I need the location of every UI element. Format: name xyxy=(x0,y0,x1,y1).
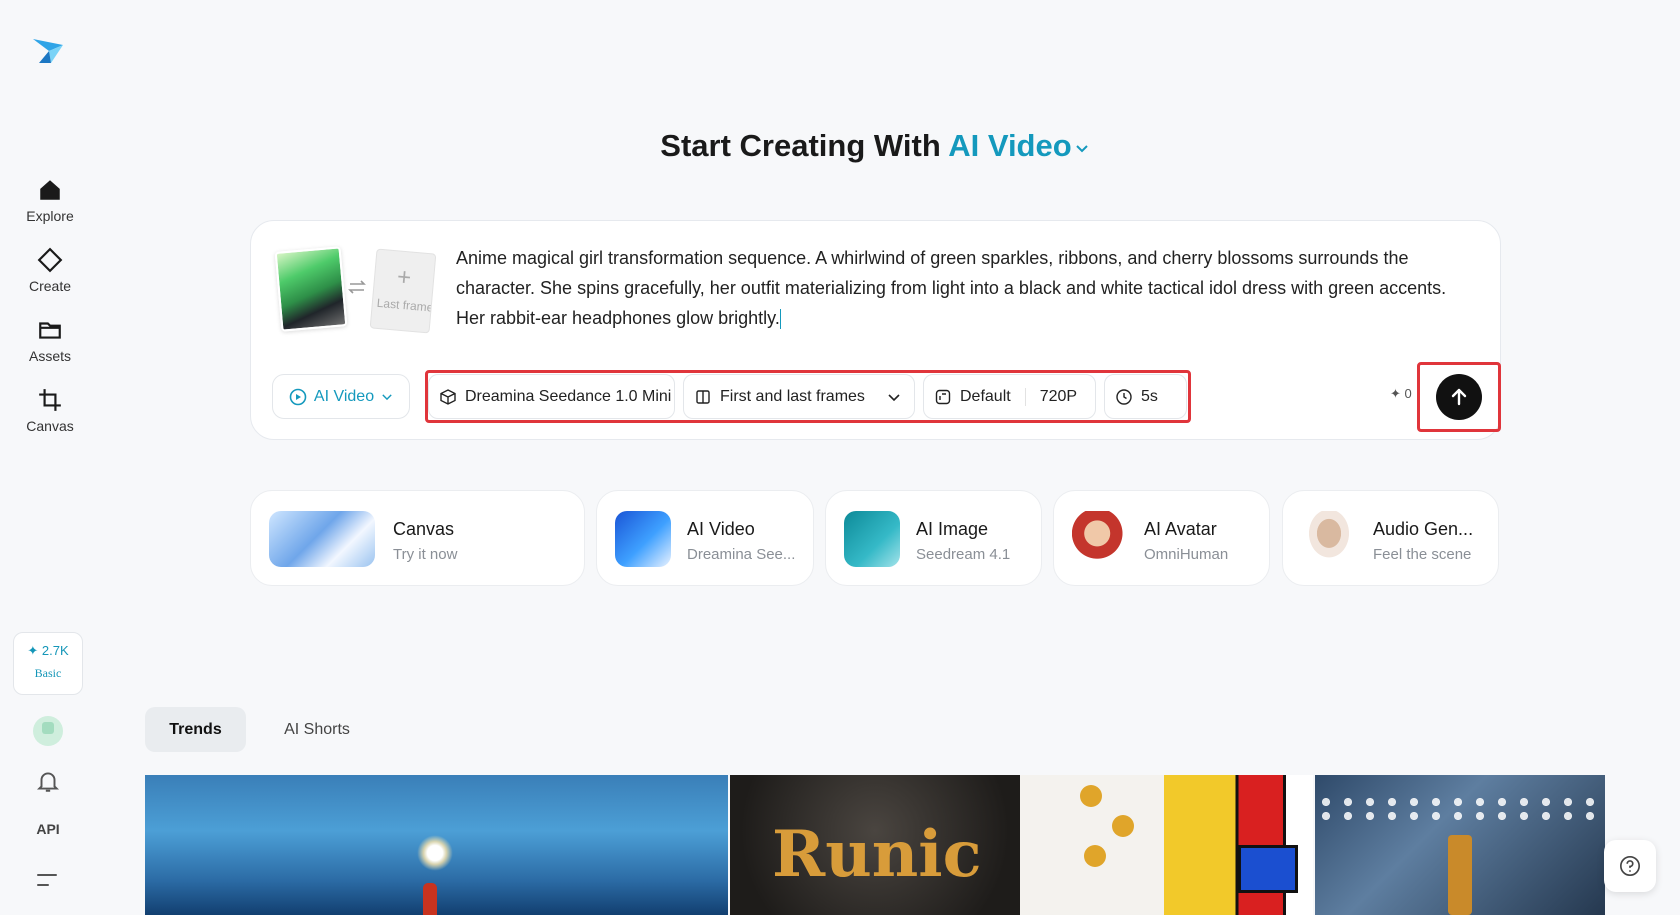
sidebar-item-label: Create xyxy=(28,278,72,294)
chevron-down-icon xyxy=(382,393,392,400)
question-icon xyxy=(1620,856,1640,876)
ai-image-thumbnail xyxy=(844,511,900,567)
sidebar-item-create[interactable]: Create xyxy=(0,247,100,296)
prompt-text: Anime magical girl transformation sequen… xyxy=(456,248,1447,328)
frames-label: First and last frames xyxy=(720,387,865,405)
tool-name: Audio Gen... xyxy=(1373,519,1474,539)
mode-label: AI Video xyxy=(313,387,375,405)
tool-subtitle: Dreamina See... xyxy=(687,546,796,563)
tool-subtitle: Seedream 4.1 xyxy=(916,546,1011,563)
cube-icon xyxy=(440,388,456,405)
gallery-tile[interactable] xyxy=(1020,775,1313,915)
tile-title: Runic xyxy=(772,817,982,892)
help-button[interactable] xyxy=(1604,840,1656,892)
audio-thumbnail xyxy=(1301,511,1357,567)
sidebar-item-label: Explore xyxy=(26,208,74,224)
coin xyxy=(1080,785,1102,807)
first-frame-image[interactable] xyxy=(274,246,348,332)
tool-card-ai-avatar[interactable]: AI Avatar OmniHuman xyxy=(1053,490,1270,586)
tool-subtitle: Try it now xyxy=(393,546,458,563)
credit-cost-value: 0 xyxy=(1404,386,1412,401)
sidebar-item-assets[interactable]: Assets xyxy=(0,317,100,366)
ai-avatar-thumbnail xyxy=(1072,511,1128,567)
sidebar-item-explore[interactable]: Explore xyxy=(0,177,100,226)
tool-subtitle: Feel the scene xyxy=(1373,546,1472,563)
api-link[interactable]: API xyxy=(0,821,96,837)
page-title: Start Creating With AI Video xyxy=(0,128,1680,164)
swap-icon[interactable] xyxy=(347,277,367,297)
video-icon xyxy=(289,388,307,405)
text-caret xyxy=(779,309,781,330)
credits-amount-value: 2.7K xyxy=(41,643,69,658)
plus-icon: + xyxy=(396,263,413,292)
arrow-up-icon xyxy=(1451,388,1467,406)
resolution-label: 720P xyxy=(1039,387,1078,405)
aspect-ratio-icon xyxy=(935,389,951,404)
chevron-down-icon xyxy=(888,393,900,401)
credit-cost: ✦ 0 xyxy=(1390,386,1416,402)
mondrian-blue xyxy=(1238,845,1298,893)
app-logo[interactable] xyxy=(31,33,65,67)
model-label: Dreamina Seedance 1.0 Mini xyxy=(465,387,672,405)
chevron-down-icon[interactable] xyxy=(1074,140,1090,156)
tool-card-canvas[interactable]: Canvas Try it now xyxy=(250,490,585,586)
title-mode-selector[interactable]: AI Video xyxy=(948,128,1071,163)
diamond-icon xyxy=(37,247,63,273)
gallery-tile[interactable]: Runic xyxy=(730,775,1020,915)
tool-name: Canvas xyxy=(393,519,455,539)
coin xyxy=(1084,845,1106,867)
ratio-label: Default xyxy=(960,387,1011,405)
frames-selector[interactable]: First and last frames xyxy=(683,374,915,419)
crop-icon xyxy=(39,389,61,411)
plan-tier: Basic xyxy=(34,666,62,680)
coin xyxy=(1112,815,1134,837)
sidebar-item-label: Canvas xyxy=(26,418,74,434)
divider xyxy=(1024,387,1026,406)
clock-icon xyxy=(1116,388,1132,405)
tool-name: AI Video xyxy=(687,519,755,539)
tab-ai-shorts[interactable]: AI Shorts xyxy=(262,707,372,752)
tool-card-ai-image[interactable]: AI Image Seedream 4.1 xyxy=(825,490,1042,586)
tool-card-ai-video[interactable]: AI Video Dreamina See... xyxy=(596,490,814,586)
duration-selector[interactable]: 5s xyxy=(1104,374,1187,419)
title-prefix: Start Creating With xyxy=(660,128,949,163)
prompt-card: + Last frame Anime magical girl transfor… xyxy=(250,220,1501,440)
canvas-thumbnail xyxy=(269,511,375,567)
gallery-tile[interactable] xyxy=(1315,775,1605,915)
credits-amount: ✦ 2.7K xyxy=(14,643,82,659)
ratio-resolution-selector[interactable]: Default 720P xyxy=(923,374,1096,419)
folder-icon xyxy=(39,322,61,339)
snow xyxy=(1315,795,1605,825)
sidebar-item-label: Assets xyxy=(28,348,71,364)
avatar[interactable] xyxy=(33,716,63,746)
zipper xyxy=(1448,835,1472,915)
mode-dropdown[interactable]: AI Video xyxy=(272,374,410,419)
bell-icon[interactable] xyxy=(35,768,61,794)
sidebar-item-canvas[interactable]: Canvas xyxy=(0,387,100,436)
generate-button[interactable] xyxy=(1436,374,1482,420)
sparkle-icon: ✦ xyxy=(1390,386,1401,401)
tool-name: AI Avatar xyxy=(1144,519,1217,539)
duration-label: 5s xyxy=(1141,387,1158,405)
sparkle-icon: ✦ xyxy=(27,643,39,658)
prompt-input[interactable]: Anime magical girl transformation sequen… xyxy=(456,243,1466,333)
light-burst xyxy=(417,835,453,871)
frames-icon xyxy=(696,389,710,404)
tab-trends[interactable]: Trends xyxy=(145,707,246,752)
model-selector[interactable]: Dreamina Seedance 1.0 Mini xyxy=(428,374,675,419)
tool-card-audio[interactable]: Audio Gen... Feel the scene xyxy=(1282,490,1499,586)
last-frame-label: Last frame xyxy=(376,295,432,315)
tool-subtitle: OmniHuman xyxy=(1144,546,1229,563)
gallery-tile[interactable] xyxy=(145,775,728,915)
home-icon xyxy=(40,180,60,200)
figure xyxy=(423,883,437,915)
credits-badge[interactable]: ✦ 2.7K Basic xyxy=(13,632,83,695)
ai-video-thumbnail xyxy=(615,511,671,567)
menu-icon[interactable] xyxy=(36,871,58,889)
tool-name: AI Image xyxy=(916,519,989,539)
last-frame-upload[interactable]: + Last frame xyxy=(369,248,437,334)
